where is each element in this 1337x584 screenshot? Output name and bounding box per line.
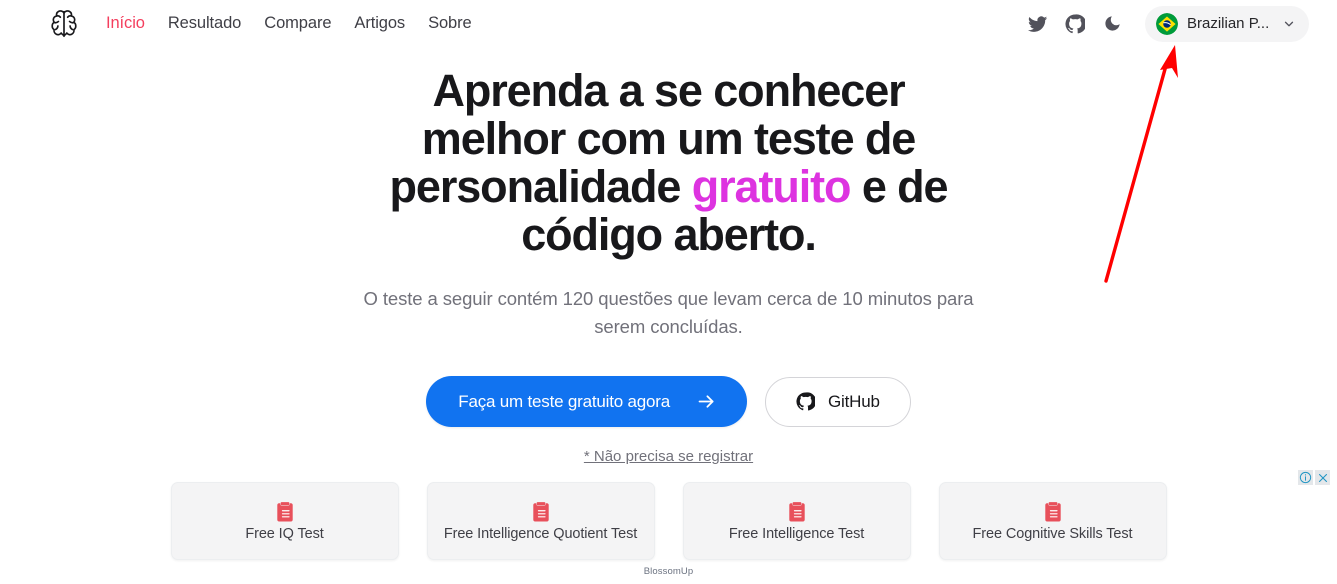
clipboard-icon — [530, 500, 552, 524]
advertisement-strip: Free IQ Test Free Intelligence Quotient … — [0, 468, 1337, 584]
headline-highlight: gratuito — [691, 161, 852, 212]
nav-item-artigos[interactable]: Artigos — [354, 14, 405, 33]
ad-brand-label: BlossomUp — [643, 566, 694, 577]
hero-section: Aprenda a se conhecer melhor com um test… — [0, 47, 1337, 466]
site-header: Início Resultado Compare Artigos Sobre B… — [0, 0, 1337, 47]
ad-card-title: Free Cognitive Skills Test — [972, 525, 1133, 542]
brazil-flag-icon — [1156, 12, 1178, 35]
ad-card[interactable]: Free IQ Test — [170, 482, 399, 560]
ad-card[interactable]: Free Intelligence Quotient Test — [426, 482, 655, 560]
hero-subtitle: O teste a seguir contém 120 questões que… — [363, 288, 974, 337]
clipboard-icon — [786, 500, 808, 524]
ad-card-title: Free IQ Test — [245, 525, 324, 542]
github-icon[interactable] — [1064, 13, 1086, 35]
clipboard-icon — [274, 500, 296, 524]
main-navigation: Início Resultado Compare Artigos Sobre — [106, 14, 472, 33]
cta-button-row: Faça um teste gratuito agora GitHub — [0, 376, 1337, 427]
nav-item-compare[interactable]: Compare — [264, 14, 331, 33]
github-button-label: GitHub — [828, 391, 880, 411]
github-button[interactable]: GitHub — [765, 376, 911, 427]
start-free-test-label: Faça um teste gratuito agora — [458, 391, 671, 411]
ad-close-icon[interactable] — [1315, 470, 1330, 485]
no-registration-note[interactable]: * Não precisa se registrar — [584, 448, 753, 465]
nav-item-sobre[interactable]: Sobre — [428, 14, 472, 33]
brain-logo[interactable] — [44, 4, 84, 44]
language-label: Brazilian P... — [1187, 15, 1270, 32]
ad-info-icon[interactable] — [1298, 470, 1313, 485]
ad-card-list: Free IQ Test Free Intelligence Quotient … — [0, 468, 1337, 560]
nav-item-inicio[interactable]: Início — [106, 14, 145, 33]
ad-controls — [1298, 470, 1330, 485]
twitter-icon[interactable] — [1027, 13, 1049, 35]
nav-item-resultado[interactable]: Resultado — [168, 14, 242, 33]
chevron-down-icon[interactable] — [1282, 17, 1296, 31]
header-actions: Brazilian P... — [1027, 5, 1309, 42]
page-title: Aprenda a se conhecer melhor com um test… — [359, 67, 979, 259]
ad-card-title: Free Intelligence Quotient Test — [443, 525, 638, 542]
ad-card-title: Free Intelligence Test — [728, 525, 865, 542]
github-icon — [796, 392, 816, 411]
arrow-right-icon — [696, 391, 717, 412]
ad-card[interactable]: Free Intelligence Test — [682, 482, 911, 560]
start-free-test-button[interactable]: Faça um teste gratuito agora — [426, 376, 748, 427]
ad-card[interactable]: Free Cognitive Skills Test — [938, 482, 1167, 560]
language-selector[interactable]: Brazilian P... — [1145, 5, 1309, 42]
clipboard-icon — [1042, 500, 1064, 524]
dark-mode-moon-icon[interactable] — [1101, 13, 1123, 35]
